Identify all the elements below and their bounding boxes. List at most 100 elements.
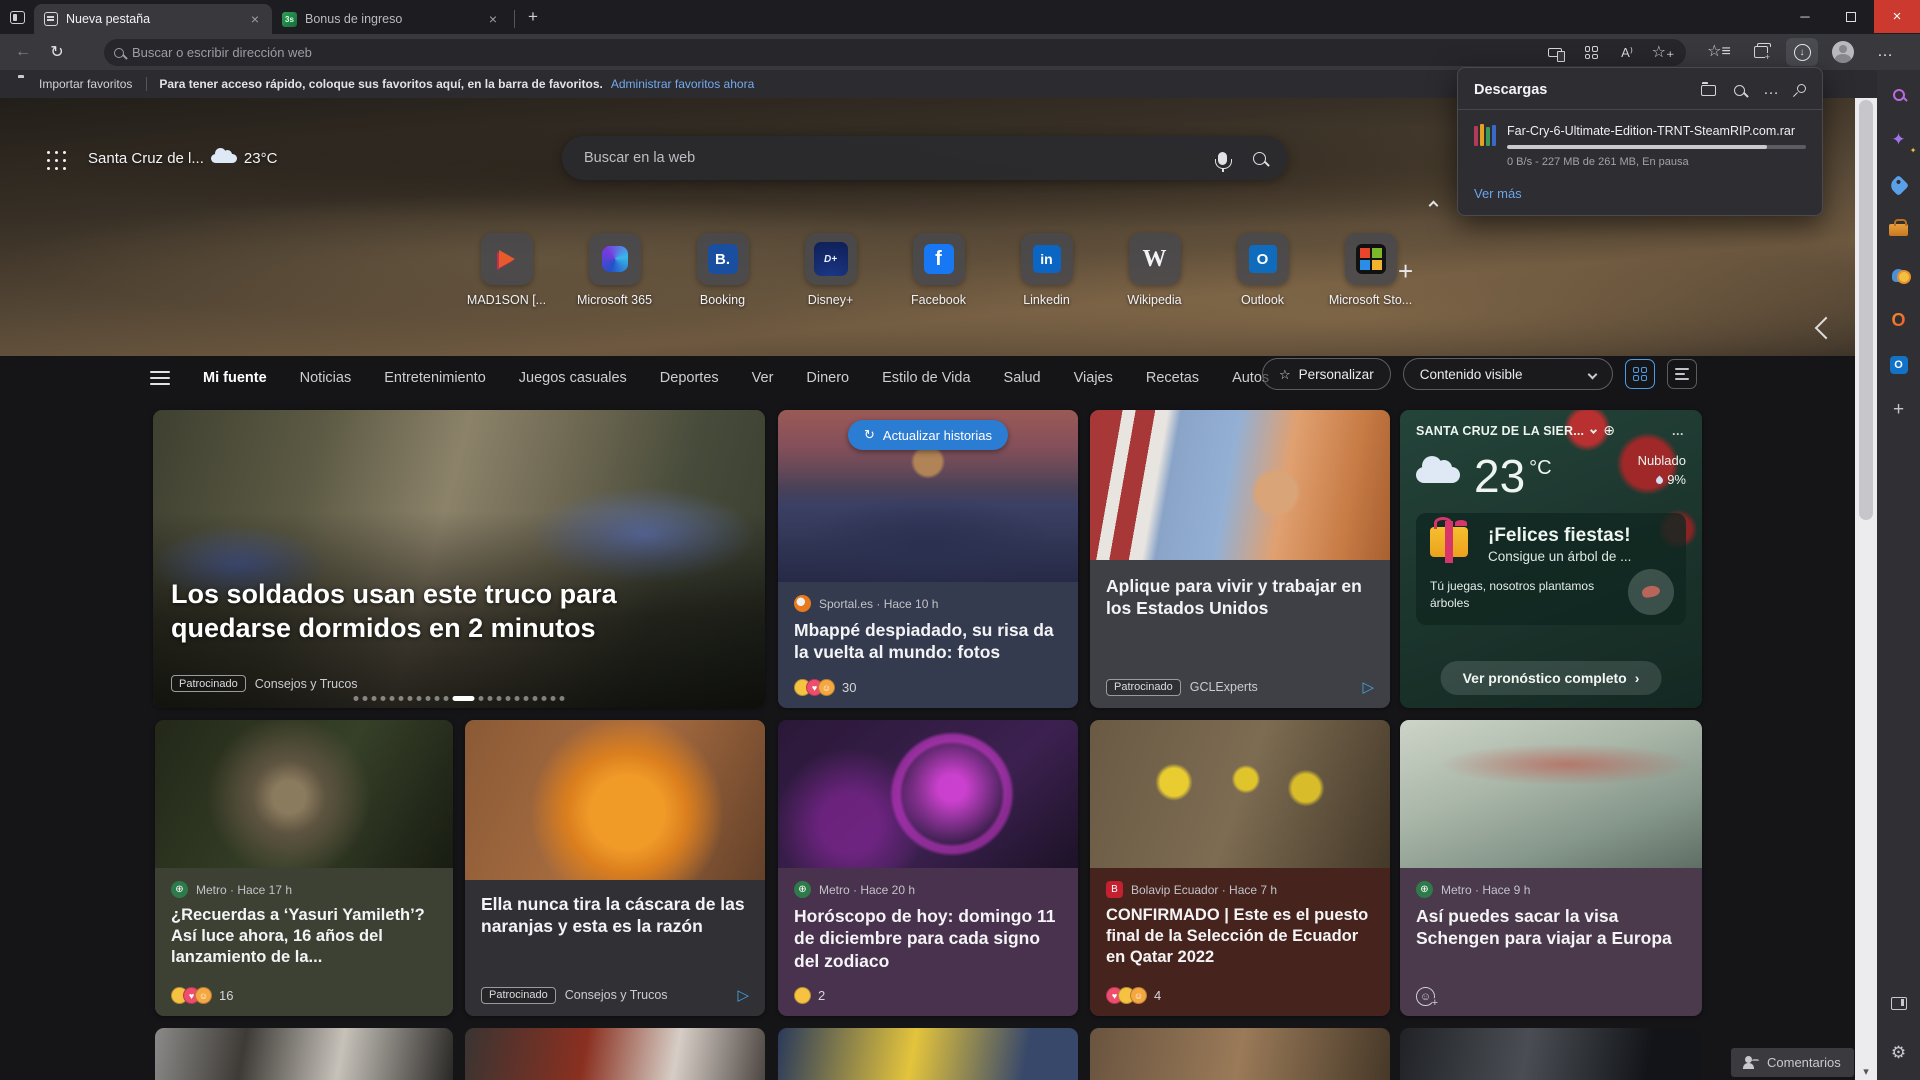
quick-link-booking[interactable]: B.Booking [691, 233, 755, 307]
minimize-button[interactable]: ─ [1782, 0, 1828, 33]
download-item[interactable]: Far-Cry-6-Ultimate-Edition-TRNT-SteamRIP… [1458, 110, 1822, 172]
article-card-mbappe[interactable]: ↻Actualizar historias Sportal.es · Hace … [778, 410, 1078, 708]
nav-estilo-de-vida[interactable]: Estilo de Vida [882, 370, 970, 386]
quick-link-microsoft-store[interactable]: Microsoft Sto... [1339, 233, 1403, 307]
weather-card[interactable]: SANTA CRUZ DE LA SIER... ⊕ … 23°C Nublad… [1400, 410, 1702, 708]
address-bar[interactable]: Buscar o escribir dirección web A⁾ ☆₊ [104, 39, 1686, 66]
refresh-stories-button[interactable]: ↻Actualizar historias [848, 420, 1008, 450]
quick-link-microsoft365[interactable]: Microsoft 365 [583, 233, 647, 307]
carousel-dots[interactable] [354, 696, 565, 701]
quick-link-disney[interactable]: D+Disney+ [799, 233, 863, 307]
article-card-yasuri[interactable]: ⊕Metro · Hace 17 h ¿Recuerdas a ‘Yasuri … [155, 720, 453, 1016]
reactions[interactable]: 2 [794, 987, 825, 1004]
add-reaction-icon[interactable]: ☺ [1416, 987, 1435, 1006]
nav-mi-fuente[interactable]: Mi fuente [203, 370, 267, 386]
nav-noticias[interactable]: Noticias [300, 370, 352, 386]
tab-actions-button[interactable] [0, 0, 34, 34]
article-card-partial[interactable] [155, 1028, 453, 1080]
weather-promo[interactable]: ¡Felices fiestas! Consigue un árbol de .… [1416, 513, 1686, 625]
full-forecast-button[interactable]: Ver pronóstico completo› [1441, 661, 1662, 695]
sidebar-settings-icon[interactable]: ⚙ [1886, 1040, 1912, 1066]
collapse-chevron-icon[interactable] [1430, 196, 1446, 212]
sidebar-shopping-icon[interactable] [1886, 172, 1912, 198]
list-view-button[interactable] [1667, 359, 1697, 389]
article-card-partial[interactable] [778, 1028, 1078, 1080]
sidebar-office-icon[interactable]: O [1886, 307, 1912, 333]
nav-entretenimiento[interactable]: Entretenimiento [384, 370, 486, 386]
nav-dinero[interactable]: Dinero [806, 370, 849, 386]
article-card-soldiers[interactable]: Los soldados usan este truco para quedar… [153, 410, 765, 708]
nav-salud[interactable]: Salud [1004, 370, 1041, 386]
scroll-down-arrow-icon[interactable]: ▾ [1855, 1065, 1877, 1078]
quick-link-wikipedia[interactable]: WWikipedia [1123, 233, 1187, 307]
article-card-partial[interactable] [1090, 1028, 1390, 1080]
tab-close-icon[interactable]: × [248, 11, 262, 27]
send-to-devices-icon[interactable] [1542, 41, 1568, 65]
ad-choices-icon[interactable]: ▷ [1362, 678, 1374, 696]
sidebar-tools-icon[interactable] [1886, 217, 1912, 243]
close-button[interactable]: × [1874, 0, 1920, 33]
scrollbar-thumb[interactable] [1859, 100, 1873, 520]
article-card-horoscope[interactable]: ⊕Metro · Hace 20 h Horóscopo de hoy: dom… [778, 720, 1078, 1016]
content-visibility-select[interactable]: Contenido visible [1403, 358, 1613, 390]
nav-viajes[interactable]: Viajes [1074, 370, 1113, 386]
read-aloud-icon[interactable]: A⁾ [1614, 41, 1640, 65]
personalize-button[interactable]: ☆Personalizar [1262, 358, 1391, 390]
hamburger-menu-icon[interactable] [150, 371, 170, 385]
more-menu-button[interactable]: … [1868, 37, 1902, 67]
tab-bonus-de-ingreso[interactable]: 3s Bonus de ingreso × [272, 4, 510, 34]
article-card-ecuador[interactable]: BBolavip Ecuador · Hace 7 h CONFIRMADO |… [1090, 720, 1390, 1016]
quick-link-linkedin[interactable]: inLinkedin [1015, 233, 1079, 307]
sidebar-games-icon[interactable] [1886, 262, 1912, 288]
back-button[interactable]: ← [6, 37, 40, 67]
web-search-input[interactable]: Buscar en la web [562, 136, 1288, 180]
nav-deportes[interactable]: Deportes [660, 370, 719, 386]
tab-close-icon[interactable]: × [486, 11, 500, 27]
article-card-usa-visa[interactable]: Aplique para vivir y trabajar en los Est… [1090, 410, 1390, 708]
sidebar-add-icon[interactable]: + [1886, 397, 1912, 423]
sidebar-discover-icon[interactable]: ✦ [1886, 127, 1912, 153]
sidebar-search-icon[interactable] [1886, 82, 1912, 108]
search-downloads-icon[interactable] [1734, 85, 1745, 96]
microphone-icon[interactable] [1218, 152, 1227, 165]
reactions[interactable]: ♥ ☺ 30 [794, 679, 856, 696]
nav-juegos-casuales[interactable]: Juegos casuales [519, 370, 627, 386]
page-scrollbar[interactable]: ▾ [1855, 98, 1877, 1080]
expand-background-icon[interactable] [1815, 317, 1838, 340]
reactions[interactable]: ♥ ☺ 16 [171, 987, 233, 1004]
pin-icon[interactable] [1795, 82, 1808, 95]
favorites-button[interactable]: ☆≡ [1702, 37, 1736, 67]
weather-more-icon[interactable]: … [1672, 424, 1687, 438]
manage-favorites-link[interactable]: Administrar favoritos ahora [611, 77, 754, 91]
add-favorite-icon[interactable]: ☆₊ [1650, 41, 1676, 65]
add-quick-link-button[interactable]: + [1398, 256, 1413, 287]
article-card-schengen-visa[interactable]: ⊕Metro · Hace 9 h Así puedes sacar la vi… [1400, 720, 1702, 1016]
downloads-button[interactable]: ↓ [1786, 38, 1818, 66]
nav-ver[interactable]: Ver [752, 370, 774, 386]
sidebar-panel-icon[interactable] [1886, 990, 1912, 1016]
tab-nueva-pestana[interactable]: Nueva pestaña × [34, 4, 272, 34]
article-card-partial[interactable] [465, 1028, 765, 1080]
downloads-more-icon[interactable]: … [1763, 81, 1779, 99]
ad-choices-icon[interactable]: ▷ [737, 986, 749, 1004]
waffle-menu-icon[interactable] [44, 148, 70, 174]
new-tab-button[interactable]: + [519, 3, 547, 31]
quick-link-facebook[interactable]: fFacebook [907, 233, 971, 307]
see-more-link[interactable]: Ver más [1458, 172, 1822, 215]
search-icon[interactable] [1253, 152, 1266, 165]
sidebar-outlook-icon[interactable]: O [1886, 352, 1912, 378]
maximize-button[interactable] [1828, 0, 1874, 33]
feedback-button[interactable]: Comentarios [1731, 1048, 1854, 1077]
collections-button[interactable] [1744, 37, 1778, 67]
location-weather-chip[interactable]: Santa Cruz de l... 23°C [88, 150, 277, 167]
profile-button[interactable] [1826, 37, 1860, 67]
article-card-partial[interactable] [1400, 1028, 1702, 1080]
quick-link-outlook[interactable]: OOutlook [1231, 233, 1295, 307]
refresh-button[interactable]: ↻ [40, 37, 74, 67]
grid-view-button[interactable] [1625, 359, 1655, 389]
quick-link-madison[interactable]: MAD1SON [... [475, 233, 539, 307]
import-favorites-button[interactable]: Importar favoritos [0, 77, 146, 91]
reactions[interactable]: ♥ ☺ 4 [1106, 987, 1161, 1004]
open-downloads-folder-icon[interactable] [1701, 85, 1716, 96]
nav-recetas[interactable]: Recetas [1146, 370, 1199, 386]
